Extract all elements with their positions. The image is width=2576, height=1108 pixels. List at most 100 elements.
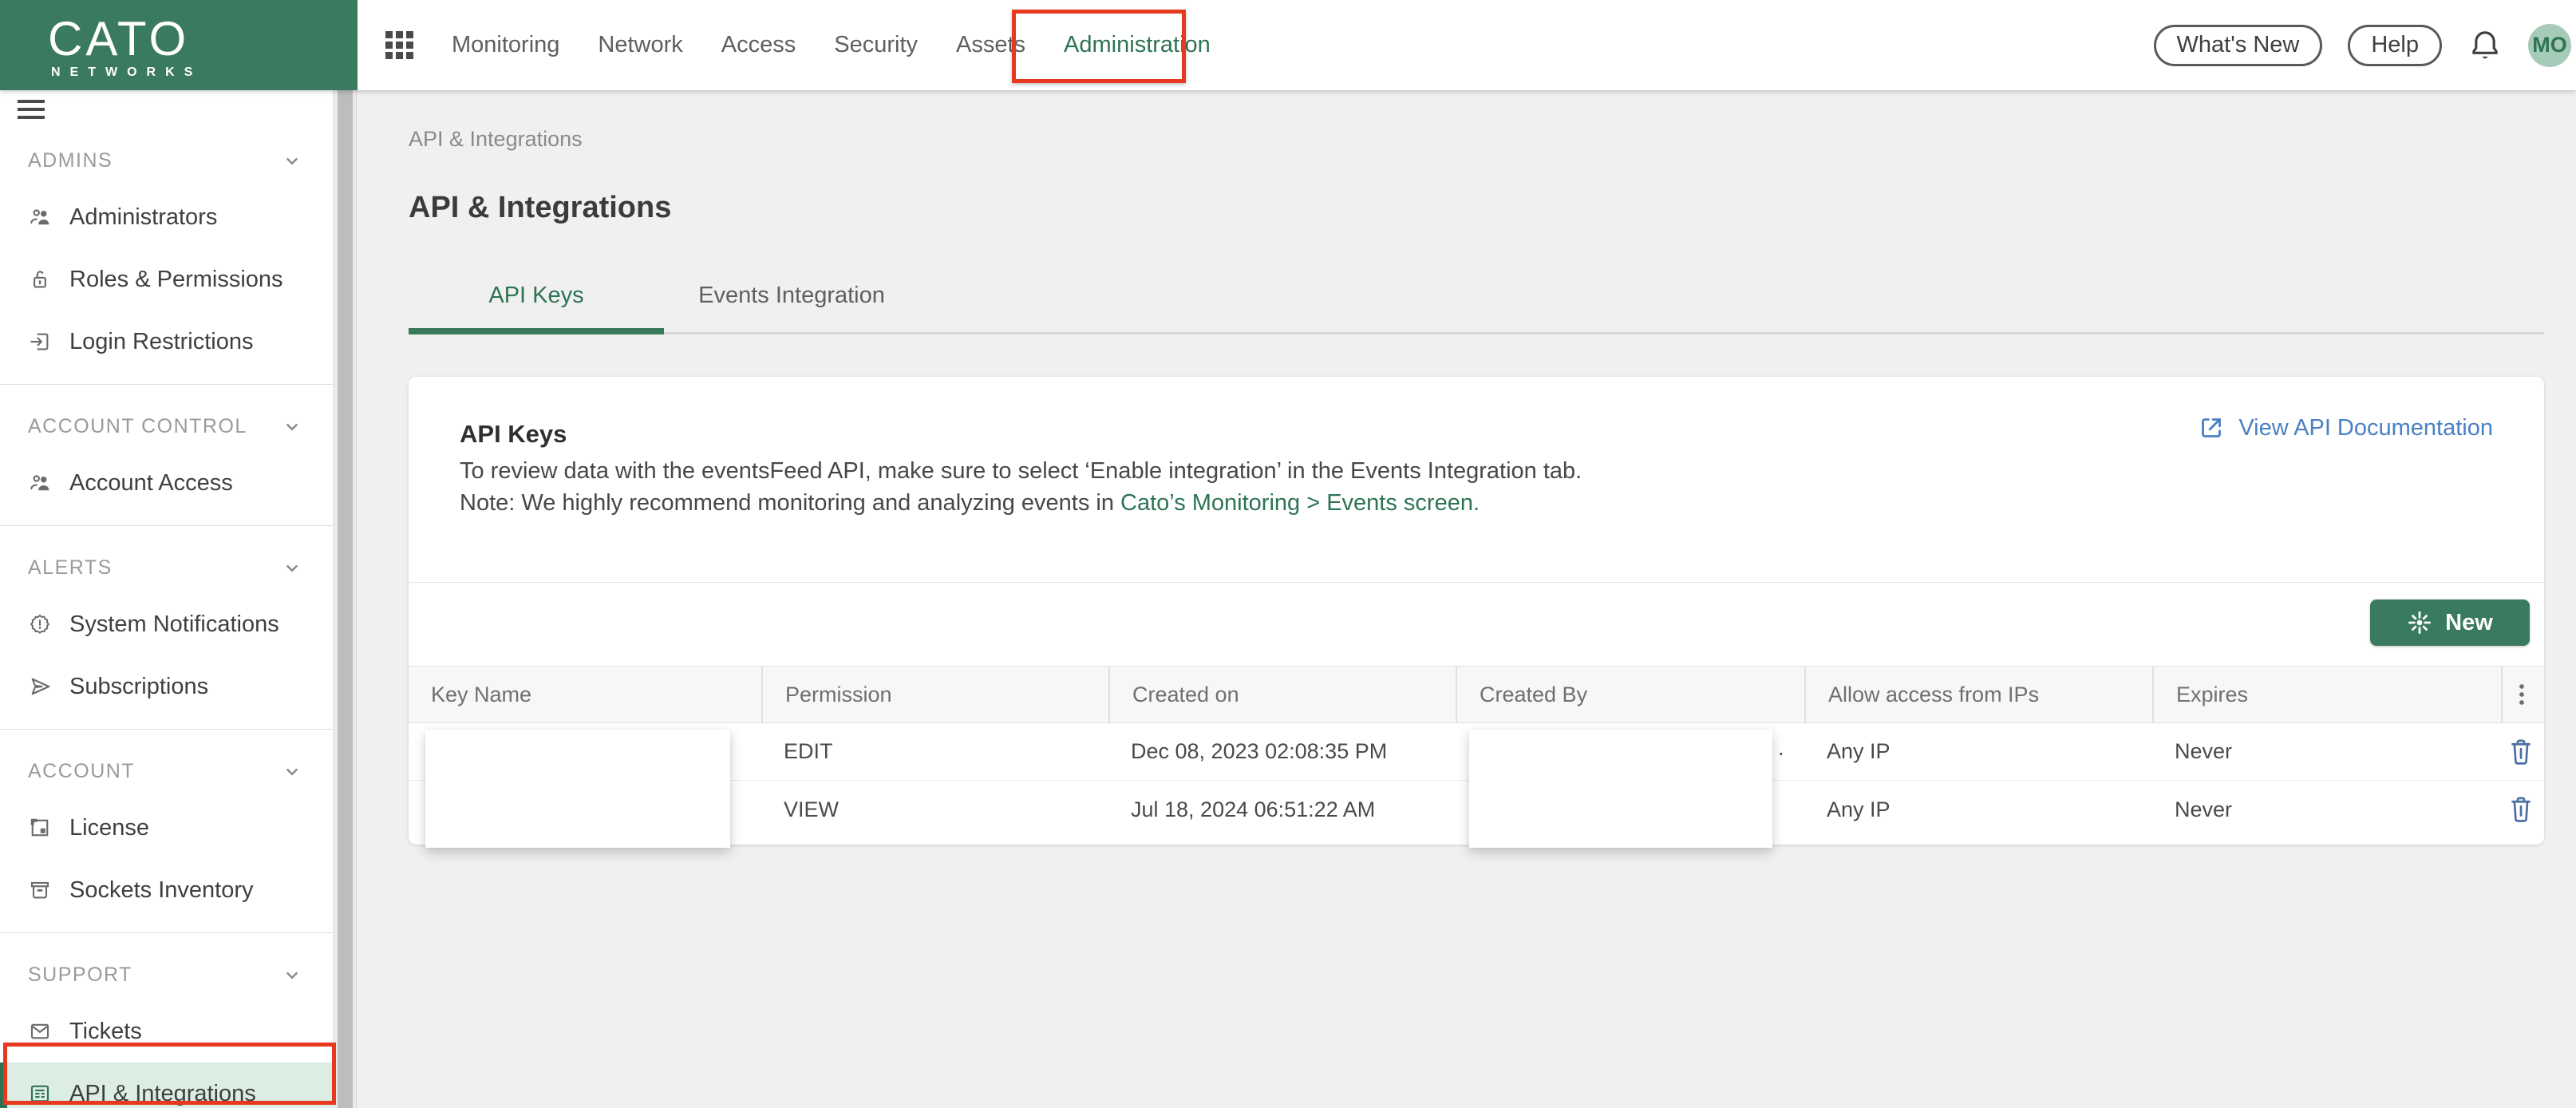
nav-item-monitoring[interactable]: Monitoring [452,32,559,58]
sidebar-item-label: Tickets [69,1019,142,1045]
sidebar-scrollbar-track[interactable] [334,90,357,1108]
column-header-created-by[interactable]: Created By [1456,667,1804,722]
sidebar-item-label: License [69,815,149,841]
logo-sub-text: NETWORKS [51,65,202,80]
sidebar-sections: ADMINS Administrators Roles & Permission… [0,135,333,1108]
sidebar-item-label: Sockets Inventory [69,877,254,904]
sidebar-item-label: System Notifications [69,611,279,638]
logo-brand-text: CATO [48,11,189,66]
tab-bar: API KeysEvents Integration [409,259,2544,334]
nav-list: Monitoring Network Access Security Assets Adm… [452,32,1211,58]
sidebar-item-label: Subscriptions [69,674,208,700]
inventory-icon [28,878,52,902]
cell-created-on: Dec 08, 2023 02:08:35 PM [1108,723,1456,780]
card-description-line1: To review data with the eventsFeed API, … [460,458,1582,485]
column-header-allow-access-from-ips[interactable]: Allow access from IPs [1804,667,2152,722]
lock-open-icon [28,267,52,291]
top-nav: Monitoring Network Access Security Assets Adm… [358,31,1211,59]
whats-new-button[interactable]: What's New [2154,25,2323,66]
sidebar-item-label: Roles & Permissions [69,267,283,293]
card-heading: API Keys [460,420,567,449]
sidebar-item-roles-permissions[interactable]: Roles & Permissions [0,248,333,311]
chevron-down-icon [280,759,304,783]
sidebar-scrollbar-thumb[interactable] [338,90,353,1108]
card-description-line2: Note: We highly recommend monitoring and… [460,490,1480,516]
table-header-row: Key NamePermissionCreated onCreated ByAl… [409,666,2544,723]
help-button[interactable]: Help [2348,25,2442,66]
column-header-key-name[interactable]: Key Name [409,667,761,722]
sidebar-section-label: ADMINS [28,149,113,172]
cell-expires: Never [2152,723,2501,780]
column-header-created-on[interactable]: Created on [1108,667,1456,722]
sidebar-item-label: Administrators [69,204,217,231]
external-link-icon [2197,414,2226,442]
tab-events-integration[interactable]: Events Integration [664,259,919,332]
nav-item-access[interactable]: Access [721,32,796,58]
new-button-label: New [2445,610,2493,636]
nav-item-network[interactable]: Network [598,32,682,58]
top-bar: CATO NETWORKS Monitoring Network Access Sec… [0,0,2576,90]
seal-icon [28,612,52,636]
sidebar-divider [0,932,333,933]
hamburger-menu-icon[interactable] [18,100,45,119]
column-header-permission[interactable]: Permission [761,667,1108,722]
table-options-kebab-icon[interactable] [2510,675,2537,714]
view-api-documentation-label: View API Documentation [2238,415,2493,441]
sidebar-item-subscriptions[interactable]: Subscriptions [0,655,333,718]
sidebar-section-account[interactable]: ACCOUNT [0,746,333,797]
chevron-down-icon [280,414,304,438]
sidebar-item-account-access[interactable]: Account Access [0,452,333,514]
send-icon [28,675,52,698]
sidebar-section-alerts[interactable]: ALERTS [0,542,333,593]
chevron-down-icon [280,556,304,580]
sidebar-section-account-control[interactable]: ACCOUNT CONTROL [0,401,333,452]
new-api-key-button[interactable]: New [2370,600,2530,646]
view-api-documentation-link[interactable]: View API Documentation [2197,414,2493,442]
nav-item-assets[interactable]: Assets [956,32,1025,58]
apps-grid-icon[interactable] [385,31,413,59]
cell-created-on: Jul 18, 2024 06:51:22 AM [1108,781,1456,838]
notifications-bell-icon[interactable] [2467,27,2503,64]
user-avatar[interactable]: MO [2528,24,2571,67]
sidebar-divider [0,729,333,730]
license-icon [28,816,52,840]
sidebar-section-label: ACCOUNT [28,760,135,783]
sidebar-item-login-restrictions[interactable]: Login Restrictions [0,311,333,373]
cell-allow-access-ips: Any IP [1804,723,2152,780]
sidebar-item-sockets-inventory[interactable]: Sockets Inventory [0,859,333,921]
cell-permission: VIEW [761,781,1108,838]
nav-item-security[interactable]: Security [834,32,918,58]
sparkle-icon [2407,610,2432,635]
monitoring-events-link[interactable]: Cato’s Monitoring > Events screen. [1120,490,1480,516]
tab-api-keys[interactable]: API Keys [409,259,664,332]
cell-allow-access-ips: Any IP [1804,781,2152,838]
sidebar-item-label: Account Access [69,470,233,497]
sidebar-section-label: SUPPORT [28,964,132,987]
sidebar-section-admins[interactable]: ADMINS [0,135,333,186]
chevron-down-icon [280,963,304,987]
sidebar-section-support[interactable]: SUPPORT [0,949,333,1000]
note-text: Note: We highly recommend monitoring and… [460,490,1120,516]
sidebar-item-label: API & Integrations [69,1081,256,1107]
redaction-overlay-key-name [425,730,730,848]
api-icon [28,1082,52,1106]
column-header-expires[interactable]: Expires [2152,667,2501,722]
column-header-actions [2501,667,2544,722]
cato-logo: CATO NETWORKS [0,0,358,90]
sidebar-item-api-integrations[interactable]: API & Integrations [0,1062,333,1108]
sidebar-item-administrators[interactable]: Administrators [0,186,333,248]
delete-key-button[interactable] [2507,792,2538,827]
sidebar-section-label: ACCOUNT CONTROL [28,415,247,438]
sidebar-item-label: Login Restrictions [69,329,254,355]
sidebar-item-license[interactable]: License [0,797,333,859]
card-divider [409,582,2544,583]
main-content: API & Integrations API & Integrations AP… [357,90,2576,1108]
sidebar: ADMINS Administrators Roles & Permission… [0,90,334,1108]
nav-item-administration[interactable]: Administration [1064,32,1211,58]
sidebar-item-tickets[interactable]: Tickets [0,1000,333,1062]
delete-key-button[interactable] [2507,734,2538,770]
page-title: API & Integrations [409,191,671,225]
sidebar-item-system-notifications[interactable]: System Notifications [0,593,333,655]
mail-icon [28,1019,52,1043]
sidebar-section-label: ALERTS [28,556,113,580]
